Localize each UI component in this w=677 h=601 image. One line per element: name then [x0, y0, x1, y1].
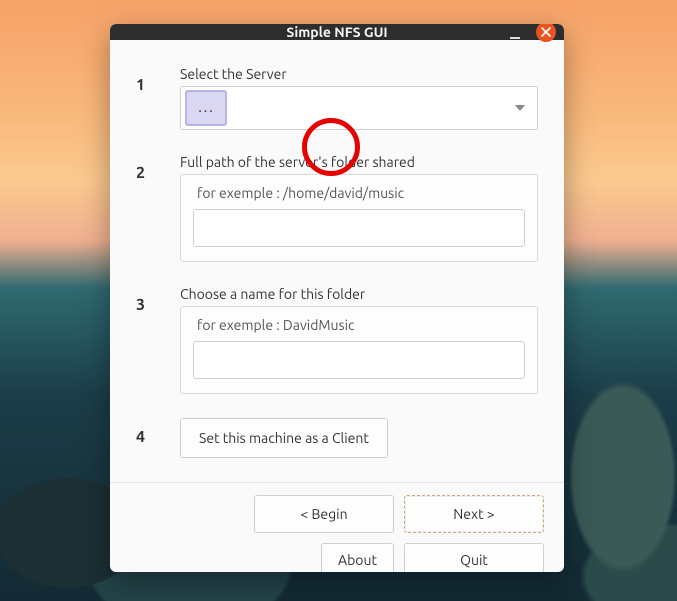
- step-4: 4 Set this machine as a Client: [136, 418, 538, 458]
- step-3-hint: for exemple : DavidMusic: [193, 317, 525, 333]
- step-number: 3: [136, 286, 180, 394]
- step-number: 4: [136, 418, 180, 458]
- server-combo[interactable]: [227, 87, 537, 129]
- chevron-down-icon: [515, 105, 525, 111]
- titlebar: Simple NFS GUI: [110, 24, 564, 40]
- close-button[interactable]: [536, 24, 556, 42]
- nav-area: < Begin Next > About Quit: [110, 483, 564, 572]
- server-path-input[interactable]: [193, 209, 525, 247]
- window-title: Simple NFS GUI: [286, 24, 387, 40]
- step-1: 1 Select the Server ...: [136, 66, 538, 130]
- close-icon: [541, 27, 551, 37]
- folder-name-input[interactable]: [193, 341, 525, 379]
- app-window: Simple NFS GUI 1 Select the Server ...: [110, 24, 564, 572]
- step-1-label: Select the Server: [180, 66, 538, 82]
- step-2-hint: for exemple : /home/david/music: [193, 185, 525, 201]
- begin-button[interactable]: < Begin: [254, 495, 394, 533]
- step-3-label: Choose a name for this folder: [180, 286, 538, 302]
- next-button[interactable]: Next >: [404, 495, 544, 533]
- step-2-label: Full path of the server's folder shared: [180, 154, 538, 170]
- quit-button[interactable]: Quit: [404, 543, 544, 572]
- about-button[interactable]: About: [321, 543, 394, 572]
- browse-server-button[interactable]: ...: [185, 90, 227, 126]
- server-selector-row: ...: [180, 86, 538, 130]
- step-number: 1: [136, 66, 180, 130]
- set-client-button[interactable]: Set this machine as a Client: [180, 418, 388, 458]
- minimize-button[interactable]: [508, 25, 522, 39]
- step-3: 3 Choose a name for this folder for exem…: [136, 286, 538, 394]
- step-number: 2: [136, 154, 180, 262]
- step-2: 2 Full path of the server's folder share…: [136, 154, 538, 262]
